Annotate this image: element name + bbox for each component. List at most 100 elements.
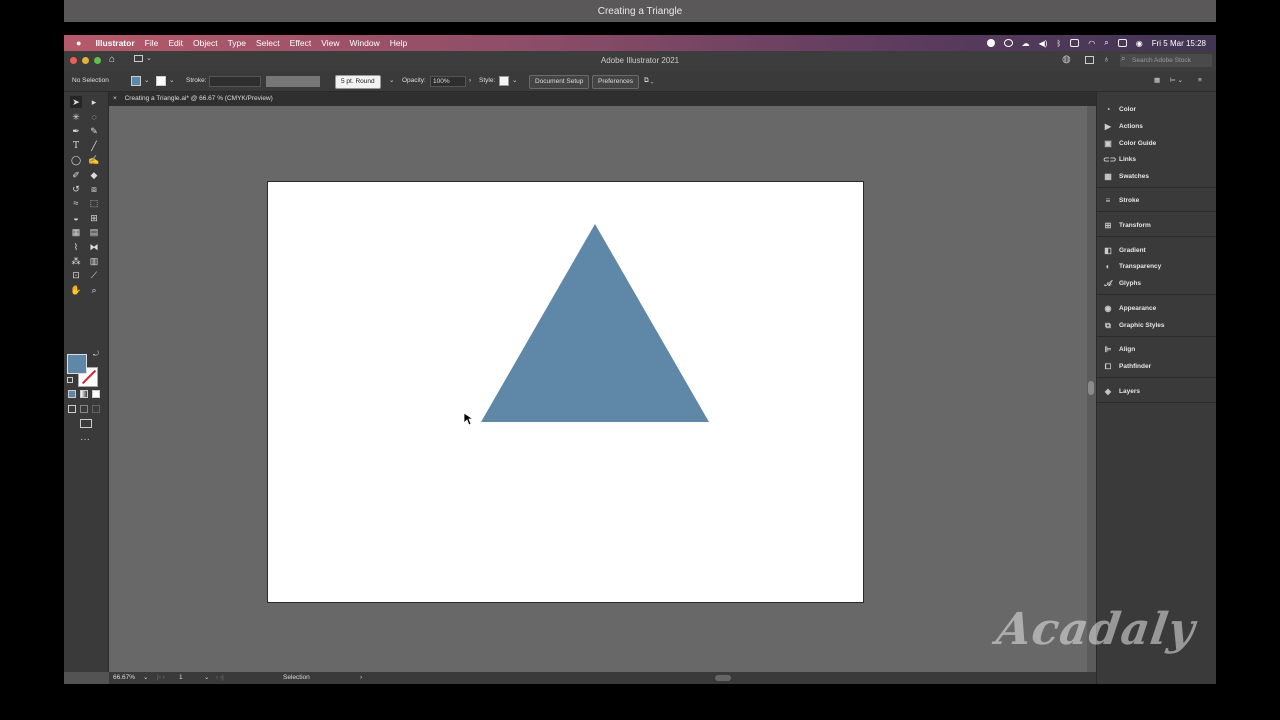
preferences-button[interactable]: Preferences <box>592 75 640 89</box>
slice-tool-icon[interactable]: ⟋ <box>88 269 100 281</box>
chevron-down-icon[interactable]: ⌄ <box>143 672 148 684</box>
screen-mode-icon[interactable] <box>80 419 92 428</box>
blend-tool-icon[interactable]: ⧓ <box>88 241 100 253</box>
color-mode-icon[interactable] <box>68 390 76 398</box>
direct-selection-tool-icon[interactable]: ▸ <box>88 96 100 108</box>
curvature-tool-icon[interactable]: ✎ <box>88 125 100 137</box>
chevron-right-icon[interactable]: › <box>469 75 471 87</box>
triangle-shape[interactable] <box>481 224 709 422</box>
free-transform-tool-icon[interactable]: ⬚ <box>88 197 100 209</box>
last-artboard-icon[interactable]: › ›| <box>216 672 224 684</box>
brush-definition-dropdown[interactable]: 5 pt. Round <box>335 75 381 89</box>
arrange-icon[interactable]: ⧉ ⌄ <box>644 75 654 87</box>
panel-gradient[interactable]: ◧ Gradient <box>1103 243 1146 257</box>
creative-cloud-icon[interactable] <box>1003 39 1013 47</box>
fill-color-box[interactable] <box>67 354 87 374</box>
panel-transform[interactable]: ⊞ Transform <box>1103 218 1151 232</box>
menu-type[interactable]: Type <box>228 38 246 48</box>
menu-object[interactable]: Object <box>193 38 218 48</box>
type-tool-icon[interactable]: T <box>70 140 82 152</box>
home-icon[interactable]: ⌂ <box>109 54 115 65</box>
hand-tool-icon[interactable]: ✋ <box>70 284 82 296</box>
zoom-tool-icon[interactable]: ⌕ <box>88 284 100 296</box>
panel-layers[interactable]: ◈ Layers <box>1103 384 1140 398</box>
chevron-right-icon[interactable]: › <box>360 672 362 684</box>
column-graph-tool-icon[interactable]: ▥ <box>88 255 100 267</box>
panel-actions[interactable]: ▶ Actions <box>1103 119 1143 133</box>
menubar-clock[interactable]: Fri 5 Mar 15:28 <box>1152 39 1206 48</box>
apple-logo-icon[interactable]: ● <box>76 38 81 48</box>
panel-appearance[interactable]: ◉ Appearance <box>1103 301 1157 315</box>
status-tool-name[interactable]: Selection <box>283 672 310 684</box>
align-to-icon[interactable]: ▦ <box>1154 75 1160 87</box>
zoom-level-field[interactable]: 66.67% <box>113 672 135 684</box>
chevron-down-icon[interactable]: ⌄ <box>146 54 152 62</box>
panel-links[interactable]: ⊂⊃ Links <box>1103 152 1136 166</box>
align-objects-icon[interactable]: ⊨ ⌄ <box>1170 75 1183 87</box>
wifi-icon[interactable]: ◠ <box>1088 39 1095 48</box>
menu-file[interactable]: File <box>145 38 159 48</box>
default-fill-stroke-icon[interactable] <box>67 377 73 383</box>
graphic-style-swatch[interactable] <box>499 76 509 86</box>
workspace-switcher-icon[interactable] <box>134 55 143 62</box>
scroll-thumb[interactable] <box>1088 381 1094 395</box>
fill-swatch[interactable] <box>131 76 141 86</box>
lasso-tool-icon[interactable]: ◌ <box>88 111 100 123</box>
magic-wand-tool-icon[interactable]: ✳ <box>70 111 82 123</box>
battery-icon[interactable] <box>1070 39 1080 47</box>
document-setup-button[interactable]: Document Setup <box>529 75 590 89</box>
chevron-down-icon[interactable]: ⌄ <box>204 672 209 684</box>
document-tab-title[interactable]: Creating a Triangle.ai* @ 66.67 % (CMYK/… <box>125 95 273 102</box>
menu-help[interactable]: Help <box>390 38 407 48</box>
opacity-field[interactable]: 100% <box>430 76 466 87</box>
ellipse-tool-icon[interactable]: ◯ <box>70 154 82 166</box>
edit-toolbar-more-icon[interactable]: ··· <box>80 434 90 445</box>
control-bar-menu-icon[interactable]: ≡ <box>1198 75 1202 87</box>
user-account-icon[interactable]: ◍ <box>1062 54 1071 65</box>
width-tool-icon[interactable]: ≈ <box>70 197 82 209</box>
artboard-tool-icon[interactable]: ⊡ <box>70 269 82 281</box>
menu-app-name[interactable]: Illustrator <box>95 38 134 48</box>
control-center-icon[interactable] <box>1117 39 1127 47</box>
panel-glyphs[interactable]: 𝒜 Glyphs <box>1103 276 1141 290</box>
eraser-tool-icon[interactable]: ◆ <box>88 169 100 181</box>
line-segment-tool-icon[interactable]: ╱ <box>88 140 100 152</box>
menu-edit[interactable]: Edit <box>168 38 183 48</box>
menu-window[interactable]: Window <box>350 38 380 48</box>
panel-transparency[interactable]: ◐ Transparency <box>1103 259 1162 273</box>
selection-tool-icon[interactable]: ➤ <box>70 96 82 108</box>
canvas-area[interactable] <box>109 106 1087 672</box>
chevron-down-icon[interactable]: ⌄ <box>169 75 174 87</box>
horizontal-scroll-thumb[interactable] <box>715 675 731 681</box>
shaper-tool-icon[interactable]: ✐ <box>70 169 82 181</box>
menu-select[interactable]: Select <box>256 38 280 48</box>
panel-align[interactable]: ⊫ Align <box>1103 342 1136 356</box>
variable-width-profile[interactable] <box>266 76 320 87</box>
maximize-window-button[interactable] <box>94 57 101 64</box>
swap-fill-stroke-icon[interactable]: ⤾ <box>93 351 99 359</box>
pen-tool-icon[interactable]: ✒ <box>70 125 82 137</box>
siri-icon[interactable]: ◉ <box>1136 39 1143 48</box>
draw-inside-icon[interactable] <box>92 405 100 413</box>
vertical-scrollbar[interactable] <box>1087 106 1096 672</box>
stroke-weight-field[interactable] <box>209 76 261 87</box>
gradient-mode-icon[interactable] <box>80 390 88 398</box>
spotlight-search-icon[interactable]: ⌕ <box>1104 38 1108 48</box>
arrange-documents-icon[interactable] <box>1085 56 1094 64</box>
perspective-grid-tool-icon[interactable]: ⊞ <box>88 212 100 224</box>
chevron-down-icon[interactable]: ⌄ <box>389 75 394 87</box>
none-mode-icon[interactable] <box>92 390 100 398</box>
first-artboard-icon[interactable]: |‹ ‹ <box>157 672 165 684</box>
panel-pathfinder[interactable]: ⧠ Pathfinder <box>1103 359 1151 373</box>
scale-tool-icon[interactable]: ⧈ <box>88 183 100 195</box>
eyedropper-tool-icon[interactable]: ⌇ <box>70 241 82 253</box>
panel-graphic-styles[interactable]: ⧉ Graphic Styles <box>1103 318 1164 332</box>
stroke-none-swatch[interactable] <box>156 76 166 86</box>
shape-builder-tool-icon[interactable]: ◒ <box>70 212 82 224</box>
artboard[interactable] <box>267 181 864 603</box>
paintbrush-tool-icon[interactable]: ✍ <box>88 154 100 166</box>
rotate-tool-icon[interactable]: ↺ <box>70 183 82 195</box>
panel-stroke[interactable]: ≡ Stroke <box>1103 193 1140 207</box>
minimize-window-button[interactable] <box>82 57 89 64</box>
close-tab-icon[interactable]: × <box>113 95 117 102</box>
